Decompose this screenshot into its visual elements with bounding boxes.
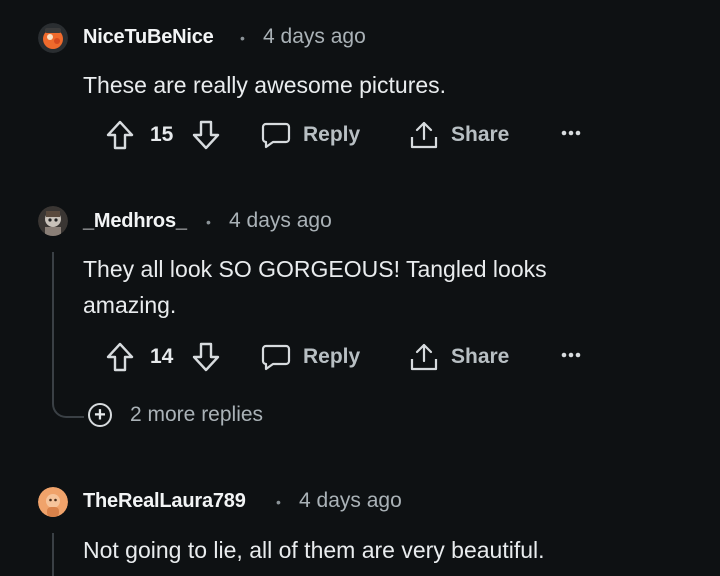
share-icon: [409, 341, 439, 373]
timestamp[interactable]: 4 days ago: [229, 209, 332, 233]
more-replies-label: 2 more replies: [130, 403, 264, 426]
upvote-button[interactable]: [105, 341, 135, 373]
thread-line[interactable]: [52, 392, 84, 418]
comment-bubble-icon: [261, 342, 291, 372]
comment-text-line: amazing.: [83, 292, 177, 318]
reply-label: Reply: [303, 123, 361, 146]
separator-dot: •: [276, 494, 281, 510]
reply-button[interactable]: Reply: [261, 120, 360, 150]
reply-button[interactable]: Reply: [261, 342, 360, 372]
arrow-down-icon: [191, 341, 221, 373]
username[interactable]: NiceTuBeNice: [83, 26, 214, 49]
share-label: Share: [451, 345, 510, 368]
comment-actions: 15 Reply Share: [0, 115, 720, 155]
comment-bubble-icon: [261, 120, 291, 150]
comment-body: These are really awesome pictures.: [83, 67, 643, 103]
more-options-button[interactable]: [560, 129, 582, 137]
comment-text-line: These are really awesome pictures.: [83, 72, 447, 98]
more-options-icon: [560, 351, 582, 359]
avatar[interactable]: [38, 487, 68, 517]
arrow-down-icon: [191, 119, 221, 151]
avatar[interactable]: [38, 206, 68, 236]
share-button[interactable]: Share: [409, 341, 509, 373]
vote-count: 15: [150, 123, 174, 146]
share-button[interactable]: Share: [409, 119, 509, 151]
comment-text-line: Not going to lie, all of them are very b…: [83, 537, 545, 563]
downvote-button[interactable]: [191, 341, 221, 373]
reply-label: Reply: [303, 345, 361, 368]
comment-body: Not going to lie, all of them are very b…: [83, 532, 683, 568]
vote-count: 14: [150, 345, 174, 368]
comment-actions: 14 Reply Share: [0, 337, 720, 377]
downvote-button[interactable]: [191, 119, 221, 151]
thread-line[interactable]: [52, 533, 54, 576]
arrow-up-icon: [105, 119, 135, 151]
share-icon: [409, 119, 439, 151]
username[interactable]: _Medhros_: [83, 210, 187, 233]
username[interactable]: TheRealLaura789: [83, 490, 246, 513]
plus-circle-icon: +: [88, 403, 112, 427]
avatar[interactable]: [38, 23, 68, 53]
timestamp[interactable]: 4 days ago: [299, 489, 402, 513]
separator-dot: •: [206, 214, 211, 230]
share-label: Share: [451, 123, 510, 146]
upvote-button[interactable]: [105, 119, 135, 151]
comment-text-line: They all look SO GORGEOUS! Tangled looks: [83, 256, 547, 282]
arrow-up-icon: [105, 341, 135, 373]
more-options-icon: [560, 129, 582, 137]
more-options-button[interactable]: [560, 351, 582, 359]
more-replies-button[interactable]: + 2 more replies: [88, 403, 263, 427]
separator-dot: •: [240, 30, 245, 46]
comment-body: They all look SO GORGEOUS! Tangled looks…: [83, 251, 643, 323]
timestamp[interactable]: 4 days ago: [263, 25, 366, 49]
